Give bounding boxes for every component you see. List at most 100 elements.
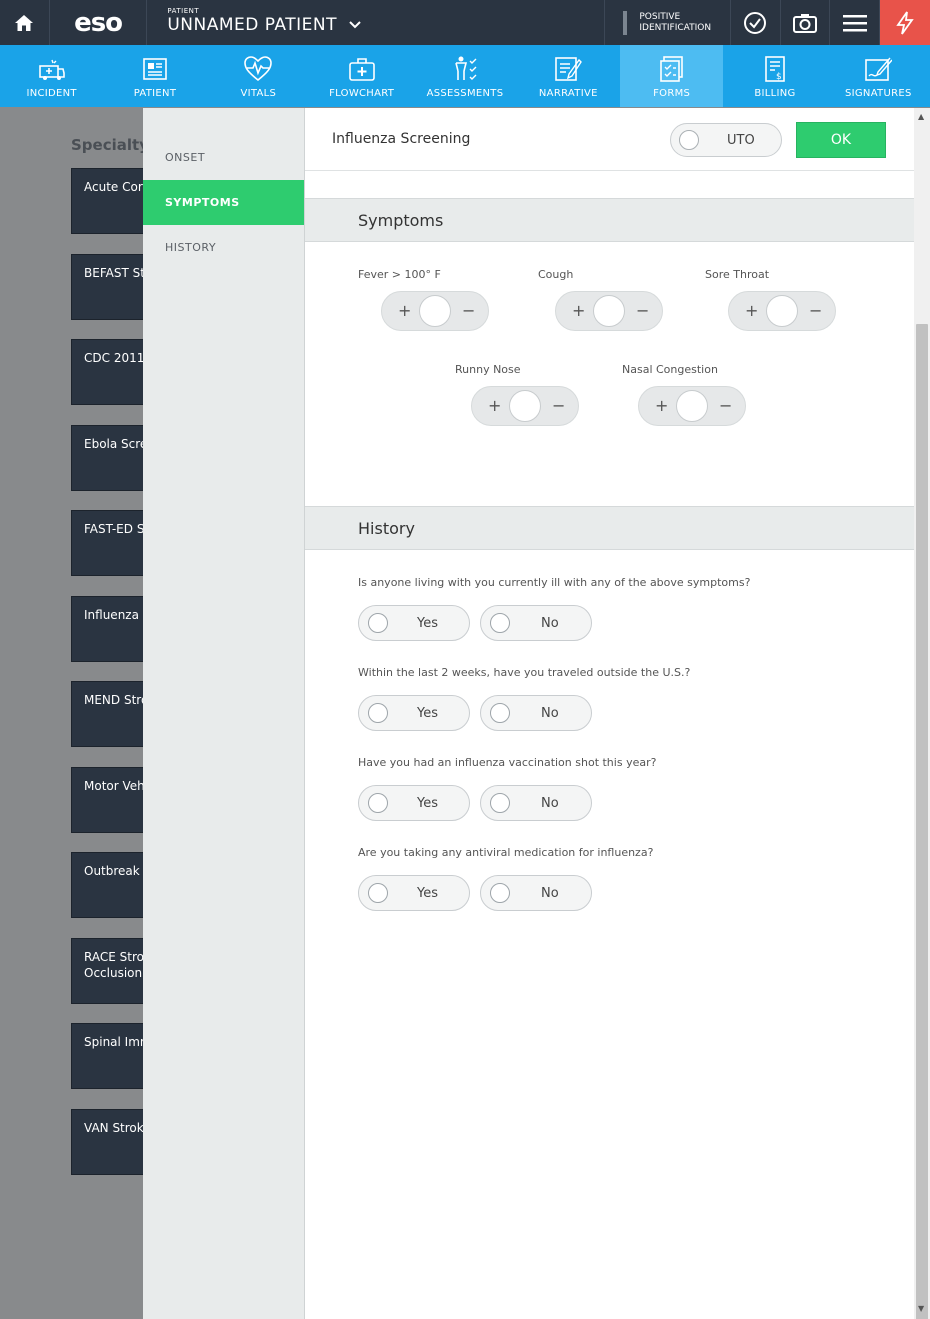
radio-circle: [368, 883, 388, 903]
minus-icon: −: [636, 301, 650, 320]
history-section-header: History: [305, 506, 914, 550]
specialty-form-card-label: MEND Stro: [84, 693, 149, 707]
q1-yes-button[interactable]: Yes: [358, 605, 470, 641]
check-circle-icon: [744, 11, 767, 34]
home-icon: [15, 14, 34, 31]
menu-button[interactable]: [830, 0, 881, 45]
svg-text:$: $: [776, 72, 782, 82]
nasal-congestion-toggle[interactable]: + −: [638, 386, 746, 426]
body-check-icon: [455, 56, 477, 80]
sore-throat-toggle[interactable]: + −: [728, 291, 836, 331]
nav-narrative[interactable]: NARRATIVE: [517, 45, 620, 107]
q3-yes-button[interactable]: Yes: [358, 785, 470, 821]
form-header: Influenza Screening UTO OK: [305, 108, 914, 171]
medkit-icon: [348, 58, 375, 81]
specialty-form-card-label: FAST-ED S: [84, 522, 145, 536]
home-button[interactable]: [0, 0, 50, 45]
ok-button[interactable]: OK: [796, 122, 886, 158]
form-panel: Influenza Screening UTO OK Symptoms Feve…: [305, 108, 914, 1319]
minus-icon: −: [809, 301, 823, 320]
specialty-form-card[interactable]: BEFAST St: [71, 254, 151, 320]
nav-billing[interactable]: $ BILLING: [723, 45, 826, 107]
subnav-symptoms[interactable]: SYMPTOMS: [143, 180, 304, 225]
scrollbar[interactable]: ▲ ▼: [914, 108, 930, 1319]
minus-icon: −: [552, 396, 566, 415]
nav-incident[interactable]: INCIDENT: [0, 45, 103, 107]
plus-icon: +: [398, 301, 412, 320]
toggle-knob: [509, 390, 541, 422]
nav-forms[interactable]: FORMS: [619, 45, 724, 107]
hamburger-menu-icon: [842, 14, 867, 31]
specialty-form-card[interactable]: Acute Core: [71, 168, 151, 234]
nav-assessments[interactable]: ASSESSMENTS: [413, 45, 516, 107]
eso-logo: eso: [50, 0, 148, 45]
nav-assessments-label: ASSESSMENTS: [426, 88, 504, 99]
q3-no-button[interactable]: No: [480, 785, 592, 821]
form-section-nav: ONSET SYMPTOMS HISTORY: [143, 108, 305, 1319]
radio-circle: [368, 703, 388, 723]
specialty-form-card[interactable]: Influenza S: [71, 596, 151, 662]
fever-toggle[interactable]: + −: [381, 291, 489, 331]
q2-no-button[interactable]: No: [480, 695, 592, 731]
chevron-down-icon: [349, 21, 361, 29]
subnav-history[interactable]: HISTORY: [143, 225, 304, 270]
validate-button[interactable]: [731, 0, 781, 45]
plus-icon: +: [655, 396, 669, 415]
subnav-onset[interactable]: ONSET: [143, 135, 304, 180]
symptoms-section-header: Symptoms: [305, 198, 914, 242]
nav-narrative-label: NARRATIVE: [538, 88, 598, 99]
radio-circle: [368, 793, 388, 813]
signature-icon: [865, 57, 893, 81]
runny-nose-toggle[interactable]: + −: [471, 386, 579, 426]
specialty-form-card[interactable]: Motor Veh: [71, 767, 151, 833]
cough-toggle[interactable]: + −: [555, 291, 663, 331]
patient-small-label: PATIENT: [167, 7, 200, 15]
q1-no-button[interactable]: No: [480, 605, 592, 641]
nav-patient[interactable]: PATIENT: [103, 45, 206, 107]
nav-signatures[interactable]: SIGNATURES: [827, 45, 930, 107]
uto-toggle[interactable]: UTO: [670, 123, 782, 157]
form-title: Influenza Screening: [332, 131, 471, 147]
nav-flowchart[interactable]: FLOWCHART: [310, 45, 413, 107]
minus-icon: −: [719, 396, 733, 415]
symptom-label: Sore Throat: [705, 268, 770, 281]
q4-no-button[interactable]: No: [480, 875, 592, 911]
symptom-label: Fever > 100° F: [358, 268, 441, 281]
camera-button[interactable]: [781, 0, 831, 45]
specialty-form-card[interactable]: CDC 2011: [71, 339, 151, 405]
alert-button[interactable]: [880, 0, 930, 45]
specialty-form-card[interactable]: RACE Stro Occlusion: [71, 938, 151, 1004]
camera-icon: [793, 13, 818, 33]
nav-vitals[interactable]: VITALS: [207, 45, 310, 107]
toggle-knob: [419, 295, 451, 327]
symptom-fever: Fever > 100° F + −: [358, 268, 489, 331]
specialty-form-card[interactable]: MEND Stro: [71, 681, 151, 747]
symptom-label: Cough: [538, 268, 574, 281]
specialty-form-card[interactable]: Ebola Scre: [71, 425, 151, 491]
scroll-up-arrow-icon[interactable]: ▲: [918, 112, 924, 121]
specialty-form-card-label: BEFAST St: [84, 266, 145, 280]
scroll-down-arrow-icon[interactable]: ▼: [918, 1304, 924, 1313]
specialty-form-card-label: Outbreak: [84, 864, 140, 878]
uto-radio: [679, 130, 699, 150]
toggle-knob: [766, 295, 798, 327]
specialty-form-card[interactable]: FAST-ED S: [71, 510, 151, 576]
q4-yes-button[interactable]: Yes: [358, 875, 470, 911]
yes-label: Yes: [417, 615, 438, 631]
positive-identification-button[interactable]: POSITIVE IDENTIFICATION: [605, 0, 731, 45]
q2-yes-button[interactable]: Yes: [358, 695, 470, 731]
patient-selector[interactable]: PATIENT UNNAMED PATIENT: [147, 0, 606, 45]
radio-circle: [368, 613, 388, 633]
symptom-nasal-congestion: Nasal Congestion + −: [622, 363, 746, 426]
toggle-knob: [593, 295, 625, 327]
positive-id-line2: IDENTIFICATION: [639, 22, 712, 33]
specialty-form-card[interactable]: Outbreak: [71, 852, 151, 918]
specialty-form-card[interactable]: VAN Strok: [71, 1109, 151, 1175]
toggle-knob: [676, 390, 708, 422]
specialty-form-card-label: Influenza S: [84, 608, 151, 622]
specialty-form-card[interactable]: Spinal Imm: [71, 1023, 151, 1089]
yes-label: Yes: [417, 705, 438, 721]
scrollbar-thumb[interactable]: [916, 324, 928, 1319]
positive-id-line1: POSITIVE: [639, 11, 681, 22]
yes-label: Yes: [417, 795, 438, 811]
